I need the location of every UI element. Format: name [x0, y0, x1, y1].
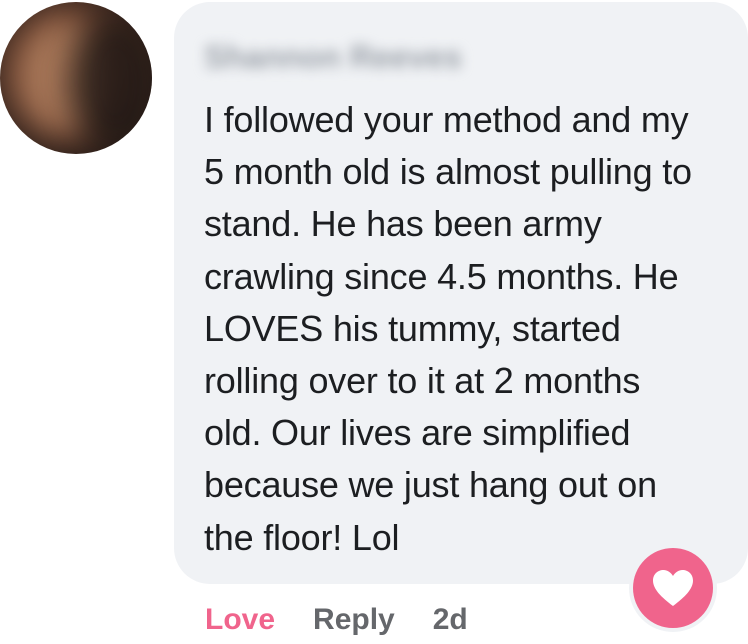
reaction-badge-fill: [633, 548, 713, 628]
comment-body: I followed your method and my 5 month ol…: [204, 99, 692, 558]
reaction-badge[interactable]: [629, 544, 717, 632]
avatar[interactable]: [0, 2, 152, 154]
comment-timestamp[interactable]: 2d: [433, 603, 468, 637]
comment-container: Shannon Reeves I followed your method an…: [0, 0, 748, 644]
reply-button[interactable]: Reply: [313, 603, 395, 637]
avatar-blur-hair: [70, 12, 152, 152]
comment-actions: Love Reply 2d: [205, 600, 468, 640]
love-button[interactable]: Love: [205, 603, 275, 637]
comment-bubble: Shannon Reeves I followed your method an…: [174, 2, 748, 584]
heart-icon: [653, 570, 693, 606]
comment-author-name[interactable]: Shannon Reeves: [204, 40, 462, 74]
